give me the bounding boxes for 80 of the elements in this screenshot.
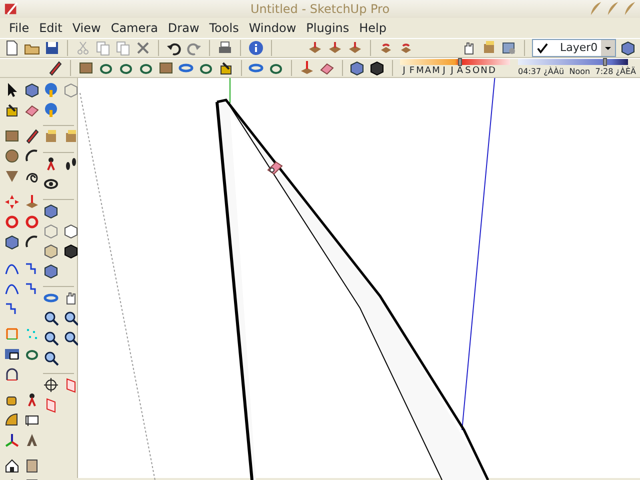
rotate-icon[interactable]: [24, 214, 40, 230]
slider-track[interactable]: [400, 59, 510, 65]
month-label: M: [432, 67, 440, 76]
pencil-icon[interactable]: [47, 60, 64, 76]
zoom-icon[interactable]: [43, 310, 59, 326]
month-label: J: [401, 67, 406, 76]
month-label: M: [416, 67, 424, 76]
shaded-cube-icon[interactable]: [43, 243, 59, 259]
menu-item[interactable]: Plugins: [301, 18, 354, 38]
menu-item[interactable]: File: [4, 18, 34, 38]
new-file-icon[interactable]: [4, 40, 20, 56]
letter-a-icon[interactable]: [24, 432, 40, 448]
printer-icon[interactable]: [217, 40, 233, 56]
menu-item[interactable]: View: [67, 18, 106, 38]
slider-track[interactable]: [518, 59, 628, 65]
globe-icon[interactable]: [43, 102, 59, 118]
menu-item[interactable]: Camera: [106, 18, 163, 38]
zoom-icon[interactable]: [63, 310, 79, 326]
app-icon: [4, 1, 19, 16]
time-label: 04:37 ¿ÀÀü: [518, 67, 564, 76]
time-label: Noon: [569, 67, 590, 76]
cube-icon[interactable]: [349, 60, 366, 76]
info-icon[interactable]: [248, 40, 264, 56]
layer-name: Layer0: [560, 40, 598, 56]
rotate-icon[interactable]: [4, 214, 20, 230]
menu-item[interactable]: Tools: [204, 18, 244, 38]
month-label: S: [464, 67, 472, 76]
house-icon[interactable]: [4, 458, 20, 474]
eraser-cursor-icon: [267, 161, 283, 175]
arc-icon[interactable]: [24, 148, 40, 164]
arch-icon[interactable]: [4, 366, 20, 382]
month-label: A: [424, 67, 432, 76]
slider-thumb[interactable]: [602, 58, 607, 66]
push-pull-icon[interactable]: [298, 60, 315, 76]
month-label: N: [480, 67, 488, 76]
save-icon[interactable]: [44, 40, 60, 56]
menu-item[interactable]: Edit: [34, 18, 68, 38]
cube-icon[interactable]: [4, 234, 20, 250]
dark-cube-icon[interactable]: [369, 60, 386, 76]
month-label: F: [408, 67, 416, 76]
month-label: J: [449, 67, 454, 76]
month-label: D: [488, 67, 496, 76]
crosshair-icon[interactable]: [43, 377, 59, 393]
layer-dropdown[interactable]: Layer0: [532, 39, 616, 57]
rectangle-icon[interactable]: [4, 128, 20, 144]
dark-cube-icon[interactable]: [63, 243, 79, 259]
month-label: O: [472, 67, 480, 76]
outlined-cube-icon[interactable]: [63, 223, 79, 239]
menu-item[interactable]: Window: [244, 18, 302, 38]
protractor-icon[interactable]: [4, 412, 20, 428]
push-pull-icon[interactable]: [24, 194, 40, 210]
delete-icon[interactable]: [135, 40, 151, 56]
footprints-icon[interactable]: [63, 156, 79, 172]
wireframe-cube-icon[interactable]: [63, 82, 79, 98]
menu-item[interactable]: Help: [354, 18, 392, 38]
window-title: Untitled - SketchUp Pro: [250, 1, 390, 18]
cube-icon[interactable]: [43, 263, 59, 279]
cube-icon[interactable]: [24, 82, 40, 98]
move-icon[interactable]: [4, 194, 20, 210]
arc-icon[interactable]: [24, 234, 40, 250]
time-label: 7:28 ¿ÀÈÄ: [595, 67, 636, 76]
month-label: A: [456, 67, 464, 76]
slider-thumb[interactable]: [458, 58, 462, 66]
globe-icon[interactable]: [43, 82, 59, 98]
pencil-icon[interactable]: [24, 128, 40, 144]
cube-icon[interactable]: [43, 203, 59, 219]
dots-icon[interactable]: [24, 326, 40, 342]
eye-icon[interactable]: [43, 176, 59, 192]
cube-icon[interactable]: [620, 40, 636, 56]
rectangle-icon[interactable]: [158, 60, 174, 76]
circle-icon[interactable]: [4, 148, 20, 164]
zoom-icon[interactable]: [63, 330, 79, 346]
wall-icon[interactable]: [24, 458, 40, 474]
axes-icon[interactable]: [4, 432, 20, 448]
rectangle-icon[interactable]: [78, 60, 94, 76]
zoom-icon[interactable]: [43, 350, 59, 366]
month-label: J: [441, 67, 446, 76]
menu-item[interactable]: Draw: [162, 18, 204, 38]
zoom-icon[interactable]: [43, 330, 59, 346]
polygon-icon[interactable]: [4, 168, 20, 184]
